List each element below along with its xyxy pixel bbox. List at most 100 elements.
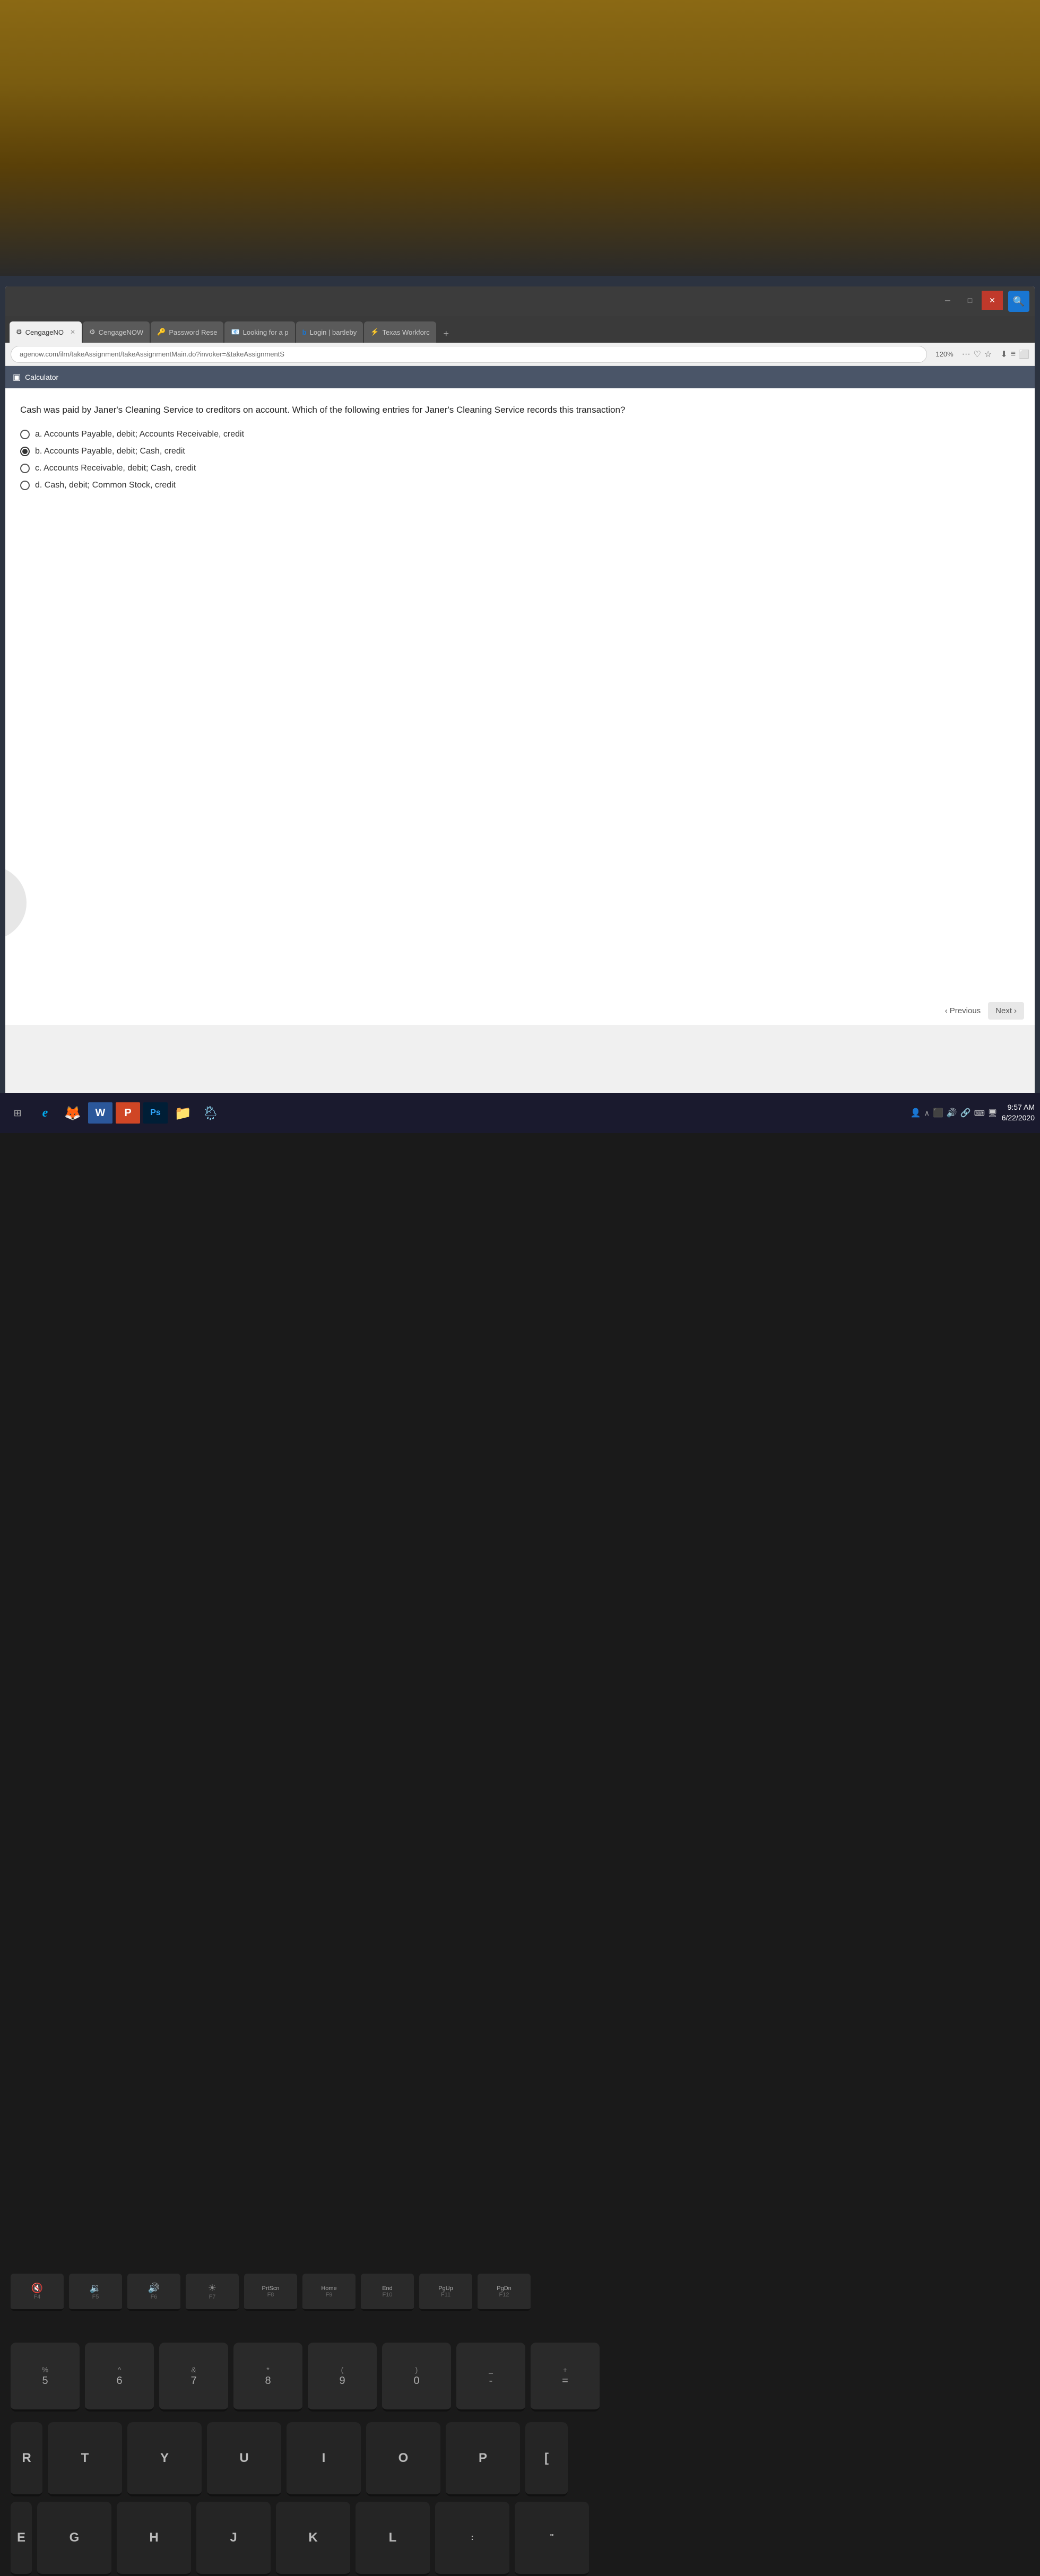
address-icons: ··· ♡ ☆ bbox=[962, 349, 992, 360]
key-pgup[interactable]: PgUp F11 bbox=[419, 2274, 472, 2311]
firefox-icon[interactable]: 🦊 bbox=[60, 1101, 85, 1125]
tab-close-icon[interactable]: ✕ bbox=[70, 328, 75, 336]
internet-explorer-icon[interactable]: e bbox=[33, 1101, 57, 1125]
keyboard-area: 🔇 F4 🔉 F5 🔊 F6 ☀ F7 PrtScn F8 Home F9 En… bbox=[0, 1133, 1040, 2139]
answer-label-d: d. Cash, debit; Common Stock, credit bbox=[35, 481, 176, 490]
file-explorer-icon[interactable]: 📁 bbox=[171, 1101, 195, 1125]
powerpoint-icon[interactable]: P bbox=[116, 1102, 140, 1124]
tab-bartleby[interactable]: b Login | bartleby bbox=[296, 321, 363, 343]
taskbar: ⊞ e 🦊 W P Ps 📁 🌦 👤 ∧ ⬛ 🔊 🔗 ⌨ 🖥 9:57 AM 6… bbox=[0, 1093, 1040, 1133]
minimize-button[interactable]: ─ bbox=[937, 291, 958, 310]
key-prtscn[interactable]: PrtScn F8 bbox=[244, 2274, 297, 2311]
browser-window: ─ □ ✕ 🔍 ⚙ CengageNO ✕ ⚙ CengageNOW 🔑 Pas… bbox=[5, 286, 1035, 1093]
download-icon[interactable]: ⬇ bbox=[1000, 349, 1007, 360]
weather-icon[interactable]: 🌦 bbox=[198, 1101, 223, 1125]
key-end[interactable]: End F10 bbox=[361, 2274, 414, 2311]
dots-menu-icon[interactable]: ··· bbox=[962, 350, 970, 359]
network-icon: ⬛ bbox=[933, 1108, 943, 1118]
search-icon[interactable]: 🔍 bbox=[1008, 291, 1029, 312]
answer-option-a[interactable]: a. Accounts Payable, debit; Accounts Rec… bbox=[20, 430, 1020, 439]
key-brightness[interactable]: ☀ F7 bbox=[186, 2274, 239, 2311]
key-bracket-open[interactable]: [ bbox=[525, 2422, 568, 2496]
notification-icon[interactable]: 🖥 bbox=[988, 1109, 998, 1118]
key-pgdn[interactable]: PgDn F12 bbox=[478, 2274, 531, 2311]
previous-button[interactable]: ‹ Previous bbox=[938, 1002, 988, 1020]
browser-topbar: ─ □ ✕ 🔍 bbox=[5, 286, 1035, 316]
key-g[interactable]: G bbox=[37, 2502, 111, 2576]
key-h[interactable]: H bbox=[117, 2502, 191, 2576]
key-equals[interactable]: + = bbox=[531, 2343, 600, 2412]
key-vol-up[interactable]: 🔊 F6 bbox=[127, 2274, 180, 2311]
key-p[interactable]: P bbox=[446, 2422, 520, 2496]
tab-view-icon[interactable]: ⬜ bbox=[1019, 349, 1029, 360]
key-j[interactable]: J bbox=[196, 2502, 271, 2576]
next-button[interactable]: Next › bbox=[988, 1002, 1024, 1020]
tab-icon: ⚙ bbox=[16, 328, 22, 336]
key-k[interactable]: K bbox=[276, 2502, 350, 2576]
number-key-row: % 5 ^ 6 & 7 * 8 ( 9 ) 0 _ - + = bbox=[11, 2343, 600, 2412]
key-5[interactable]: % 5 bbox=[11, 2343, 80, 2412]
address-input[interactable]: agenow.com/ilrn/takeAssignment/takeAssig… bbox=[11, 346, 927, 363]
key-0[interactable]: ) 0 bbox=[382, 2343, 451, 2412]
qwerty-key-row: R T Y U I O P [ bbox=[11, 2422, 568, 2496]
tab-label-2: CengageNOW bbox=[99, 328, 144, 336]
tab-icon-6: ⚡ bbox=[370, 328, 379, 336]
left-circle-decoration bbox=[5, 866, 27, 940]
key-e-partial[interactable]: E bbox=[11, 2502, 32, 2576]
key-l[interactable]: L bbox=[356, 2502, 430, 2576]
tab-cengagenow[interactable]: ⚙ CengageNOW bbox=[83, 321, 150, 343]
key-minus[interactable]: _ - bbox=[456, 2343, 525, 2412]
key-8[interactable]: * 8 bbox=[233, 2343, 302, 2412]
function-key-row: 🔇 F4 🔉 F5 🔊 F6 ☀ F7 PrtScn F8 Home F9 En… bbox=[11, 2274, 531, 2311]
tab-cengageno-active[interactable]: ⚙ CengageNO ✕ bbox=[10, 321, 82, 343]
calculator-icon: ▣ bbox=[13, 372, 21, 382]
key-r-partial[interactable]: R bbox=[11, 2422, 42, 2496]
tab-password-reset[interactable]: 🔑 Password Rese bbox=[151, 321, 223, 343]
speaker-icon[interactable]: 🔊 bbox=[947, 1108, 957, 1118]
key-7[interactable]: & 7 bbox=[159, 2343, 228, 2412]
key-quote[interactable]: " bbox=[515, 2502, 589, 2576]
answer-option-c[interactable]: c. Accounts Receivable, debit; Cash, cre… bbox=[20, 464, 1020, 473]
photoshop-icon[interactable]: Ps bbox=[143, 1102, 168, 1124]
key-mute[interactable]: 🔇 F4 bbox=[11, 2274, 64, 2311]
tab-label-5: Login | bartleby bbox=[310, 328, 357, 336]
security-icon: 🔗 bbox=[960, 1108, 971, 1118]
favorites-icon[interactable]: ♡ bbox=[974, 349, 981, 360]
clock: 9:57 AM 6/22/2020 bbox=[1002, 1102, 1035, 1123]
tab-looking-for[interactable]: 📧 Looking for a p bbox=[224, 321, 294, 343]
key-t[interactable]: T bbox=[48, 2422, 122, 2496]
answer-label-a: a. Accounts Payable, debit; Accounts Rec… bbox=[35, 430, 244, 439]
reading-mode-icon[interactable]: ≡ bbox=[1011, 350, 1016, 359]
radio-c[interactable] bbox=[20, 464, 30, 473]
answer-option-d[interactable]: d. Cash, debit; Common Stock, credit bbox=[20, 481, 1020, 490]
answer-option-b[interactable]: b. Accounts Payable, debit; Cash, credit bbox=[20, 447, 1020, 456]
calculator-label: Calculator bbox=[25, 373, 58, 381]
next-chevron-icon: › bbox=[1014, 1006, 1017, 1015]
close-button[interactable]: ✕ bbox=[982, 291, 1003, 310]
navigation-buttons: ‹ Previous Next › bbox=[938, 1002, 1024, 1020]
key-semicolon[interactable]: : bbox=[435, 2502, 509, 2576]
maximize-button[interactable]: □ bbox=[959, 291, 981, 310]
url-text: agenow.com/ilrn/takeAssignment/takeAssig… bbox=[20, 350, 284, 358]
key-u[interactable]: U bbox=[207, 2422, 281, 2496]
radio-b[interactable] bbox=[20, 447, 30, 456]
radio-d[interactable] bbox=[20, 481, 30, 490]
new-tab-button[interactable]: + bbox=[437, 325, 455, 343]
key-9[interactable]: ( 9 bbox=[308, 2343, 377, 2412]
radio-a[interactable] bbox=[20, 430, 30, 439]
key-6[interactable]: ^ 6 bbox=[85, 2343, 154, 2412]
key-y[interactable]: Y bbox=[127, 2422, 202, 2496]
word-icon[interactable]: W bbox=[88, 1102, 112, 1124]
tab-icon-2: ⚙ bbox=[89, 328, 96, 336]
key-home[interactable]: Home F9 bbox=[302, 2274, 356, 2311]
prev-chevron-icon: ‹ bbox=[945, 1006, 948, 1015]
tab-label-4: Looking for a p bbox=[243, 328, 289, 336]
key-vol-down[interactable]: 🔉 F5 bbox=[69, 2274, 122, 2311]
star-icon[interactable]: ☆ bbox=[984, 349, 992, 360]
caret-up-icon[interactable]: ∧ bbox=[924, 1109, 930, 1118]
taskview-button[interactable]: ⊞ bbox=[5, 1101, 30, 1125]
key-o[interactable]: O bbox=[366, 2422, 440, 2496]
key-i[interactable]: I bbox=[287, 2422, 361, 2496]
calculator-toolbar: ▣ Calculator bbox=[5, 366, 1035, 388]
tab-texas-workforce[interactable]: ⚡ Texas Workforc bbox=[364, 321, 436, 343]
